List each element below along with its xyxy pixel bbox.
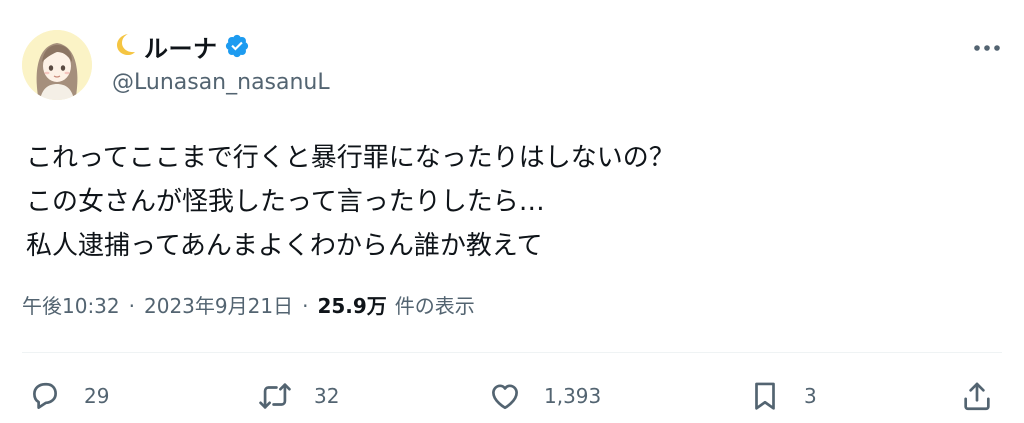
- meta-separator: ·: [128, 294, 135, 318]
- tweet-date[interactable]: 2023年9月21日: [144, 290, 293, 319]
- avatar-illustration: [22, 30, 92, 100]
- divider: [22, 352, 1002, 353]
- retweet-icon: [259, 383, 291, 409]
- bookmark-count: 3: [804, 384, 817, 408]
- share-button[interactable]: [960, 374, 994, 418]
- verified-badge-icon: [224, 33, 250, 59]
- views-count[interactable]: 25.9万: [317, 290, 386, 319]
- tweet-card: ルーナ @Lunasan_nasanuL これってここまで行くと暴行罪になったり…: [0, 0, 1024, 423]
- avatar[interactable]: [22, 30, 92, 100]
- retweet-count: 32: [314, 384, 340, 408]
- author-name-row[interactable]: ルーナ: [112, 29, 250, 64]
- tweet-text-line: 私人逮捕ってあんまよくわからん誰か教えて: [26, 231, 543, 261]
- retweet-button[interactable]: 32: [258, 374, 339, 418]
- tweet-time[interactable]: 午後10:32: [22, 290, 120, 319]
- display-name[interactable]: ルーナ: [144, 29, 218, 64]
- action-bar: 29 32 1,393 3: [0, 374, 1024, 418]
- reply-count: 29: [84, 384, 110, 408]
- reply-button[interactable]: 29: [28, 374, 109, 418]
- tweet-text-line: この女さんが怪我したって言ったりしたら…: [26, 187, 545, 217]
- more-options-icon[interactable]: [972, 38, 1002, 58]
- bookmark-icon: [755, 382, 775, 410]
- tweet-text: これってここまで行くと暴行罪になったりはしないの？ この女さんが怪我したって言っ…: [26, 136, 986, 268]
- meta-separator: ·: [302, 294, 309, 318]
- like-button[interactable]: 1,393: [488, 374, 601, 418]
- bookmark-button[interactable]: 3: [748, 374, 817, 418]
- reply-icon: [33, 382, 57, 409]
- tweet-text-line: これってここまで行くと暴行罪になったりはしないの？: [26, 143, 675, 173]
- user-handle[interactable]: @Lunasan_nasanuL: [112, 70, 330, 95]
- like-count: 1,393: [544, 384, 602, 408]
- heart-icon: [492, 384, 518, 410]
- tweet-meta: 午後10:32 · 2023年9月21日 · 25.9万 件の表示: [22, 290, 475, 319]
- views-label: 件の表示: [394, 294, 475, 318]
- share-icon: [964, 382, 990, 411]
- crescent-moon-icon: [112, 31, 138, 61]
